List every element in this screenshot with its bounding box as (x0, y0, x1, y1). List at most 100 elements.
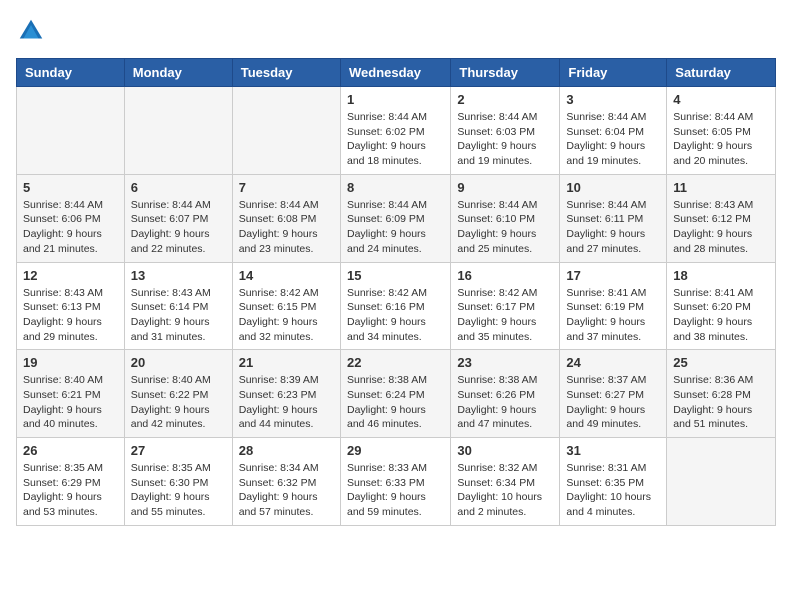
day-number: 10 (566, 180, 660, 195)
day-number: 30 (457, 443, 553, 458)
calendar-cell: 22 Sunrise: 8:38 AM Sunset: 6:24 PM Dayli… (340, 350, 450, 438)
day-info: Sunrise: 8:42 AM Sunset: 6:16 PM Dayligh… (347, 286, 444, 345)
calendar-cell: 26 Sunrise: 8:35 AM Sunset: 6:29 PM Dayli… (17, 438, 125, 526)
calendar-cell: 28 Sunrise: 8:34 AM Sunset: 6:32 PM Dayli… (232, 438, 340, 526)
day-number: 15 (347, 268, 444, 283)
calendar-cell: 18 Sunrise: 8:41 AM Sunset: 6:20 PM Dayli… (667, 262, 776, 350)
column-header-sunday: Sunday (17, 59, 125, 87)
calendar-cell: 29 Sunrise: 8:33 AM Sunset: 6:33 PM Dayli… (340, 438, 450, 526)
day-number: 3 (566, 92, 660, 107)
day-info: Sunrise: 8:35 AM Sunset: 6:29 PM Dayligh… (23, 461, 118, 520)
calendar-table: SundayMondayTuesdayWednesdayThursdayFrid… (16, 58, 776, 526)
column-header-thursday: Thursday (451, 59, 560, 87)
calendar-week-1: 1 Sunrise: 8:44 AM Sunset: 6:02 PM Daylig… (17, 87, 776, 175)
day-info: Sunrise: 8:44 AM Sunset: 6:07 PM Dayligh… (131, 198, 226, 257)
day-info: Sunrise: 8:44 AM Sunset: 6:05 PM Dayligh… (673, 110, 769, 169)
day-info: Sunrise: 8:34 AM Sunset: 6:32 PM Dayligh… (239, 461, 334, 520)
calendar-cell: 13 Sunrise: 8:43 AM Sunset: 6:14 PM Dayli… (124, 262, 232, 350)
calendar-cell (667, 438, 776, 526)
calendar-cell: 8Sunrise: 8:44 AM Sunset: 6:09 PM Daylig… (340, 174, 450, 262)
day-info: Sunrise: 8:36 AM Sunset: 6:28 PM Dayligh… (673, 373, 769, 432)
calendar-cell: 24Sunrise: 8:37 AM Sunset: 6:27 PM Dayli… (560, 350, 667, 438)
day-number: 27 (131, 443, 226, 458)
calendar-cell: 9 Sunrise: 8:44 AM Sunset: 6:10 PM Daylig… (451, 174, 560, 262)
calendar-cell: 25 Sunrise: 8:36 AM Sunset: 6:28 PM Dayli… (667, 350, 776, 438)
day-info: Sunrise: 8:31 AM Sunset: 6:35 PM Dayligh… (566, 461, 660, 520)
calendar-cell: 31 Sunrise: 8:31 AM Sunset: 6:35 PM Dayli… (560, 438, 667, 526)
day-info: Sunrise: 8:42 AM Sunset: 6:15 PM Dayligh… (239, 286, 334, 345)
calendar-cell: 15 Sunrise: 8:42 AM Sunset: 6:16 PM Dayli… (340, 262, 450, 350)
day-info: Sunrise: 8:43 AM Sunset: 6:12 PM Dayligh… (673, 198, 769, 257)
day-number: 7 (239, 180, 334, 195)
day-info: Sunrise: 8:38 AM Sunset: 6:24 PM Dayligh… (347, 373, 444, 432)
calendar-cell: 17 Sunrise: 8:41 AM Sunset: 6:19 PM Dayli… (560, 262, 667, 350)
day-number: 12 (23, 268, 118, 283)
calendar-cell: 14 Sunrise: 8:42 AM Sunset: 6:15 PM Dayli… (232, 262, 340, 350)
day-number: 1 (347, 92, 444, 107)
day-number: 17 (566, 268, 660, 283)
calendar-cell: 19 Sunrise: 8:40 AM Sunset: 6:21 PM Dayli… (17, 350, 125, 438)
day-number: 6 (131, 180, 226, 195)
calendar-cell (232, 87, 340, 175)
day-number: 25 (673, 355, 769, 370)
day-number: 4 (673, 92, 769, 107)
day-number: 21 (239, 355, 334, 370)
day-info: Sunrise: 8:44 AM Sunset: 6:04 PM Dayligh… (566, 110, 660, 169)
page-header (16, 16, 776, 46)
day-info: Sunrise: 8:41 AM Sunset: 6:20 PM Dayligh… (673, 286, 769, 345)
day-info: Sunrise: 8:44 AM Sunset: 6:09 PM Dayligh… (347, 198, 444, 257)
day-info: Sunrise: 8:39 AM Sunset: 6:23 PM Dayligh… (239, 373, 334, 432)
calendar-cell: 21 Sunrise: 8:39 AM Sunset: 6:23 PM Dayli… (232, 350, 340, 438)
day-info: Sunrise: 8:40 AM Sunset: 6:21 PM Dayligh… (23, 373, 118, 432)
day-number: 29 (347, 443, 444, 458)
day-info: Sunrise: 8:35 AM Sunset: 6:30 PM Dayligh… (131, 461, 226, 520)
day-number: 26 (23, 443, 118, 458)
day-number: 13 (131, 268, 226, 283)
day-info: Sunrise: 8:43 AM Sunset: 6:14 PM Dayligh… (131, 286, 226, 345)
calendar-cell: 16Sunrise: 8:42 AM Sunset: 6:17 PM Dayli… (451, 262, 560, 350)
calendar-cell: 1 Sunrise: 8:44 AM Sunset: 6:02 PM Daylig… (340, 87, 450, 175)
calendar-cell: 4 Sunrise: 8:44 AM Sunset: 6:05 PM Daylig… (667, 87, 776, 175)
day-info: Sunrise: 8:44 AM Sunset: 6:10 PM Dayligh… (457, 198, 553, 257)
calendar-cell: 27 Sunrise: 8:35 AM Sunset: 6:30 PM Dayli… (124, 438, 232, 526)
day-number: 23 (457, 355, 553, 370)
calendar-header-row: SundayMondayTuesdayWednesdayThursdayFrid… (17, 59, 776, 87)
column-header-wednesday: Wednesday (340, 59, 450, 87)
day-info: Sunrise: 8:32 AM Sunset: 6:34 PM Dayligh… (457, 461, 553, 520)
day-info: Sunrise: 8:44 AM Sunset: 6:06 PM Dayligh… (23, 198, 118, 257)
calendar-cell (124, 87, 232, 175)
calendar-cell: 12 Sunrise: 8:43 AM Sunset: 6:13 PM Dayli… (17, 262, 125, 350)
day-number: 28 (239, 443, 334, 458)
day-number: 20 (131, 355, 226, 370)
calendar-cell: 7 Sunrise: 8:44 AM Sunset: 6:08 PM Daylig… (232, 174, 340, 262)
day-number: 11 (673, 180, 769, 195)
calendar-week-2: 5Sunrise: 8:44 AM Sunset: 6:06 PM Daylig… (17, 174, 776, 262)
day-info: Sunrise: 8:38 AM Sunset: 6:26 PM Dayligh… (457, 373, 553, 432)
column-header-tuesday: Tuesday (232, 59, 340, 87)
day-info: Sunrise: 8:44 AM Sunset: 6:03 PM Dayligh… (457, 110, 553, 169)
day-info: Sunrise: 8:33 AM Sunset: 6:33 PM Dayligh… (347, 461, 444, 520)
day-info: Sunrise: 8:41 AM Sunset: 6:19 PM Dayligh… (566, 286, 660, 345)
calendar-cell: 5Sunrise: 8:44 AM Sunset: 6:06 PM Daylig… (17, 174, 125, 262)
day-number: 9 (457, 180, 553, 195)
day-number: 14 (239, 268, 334, 283)
calendar-week-3: 12 Sunrise: 8:43 AM Sunset: 6:13 PM Dayli… (17, 262, 776, 350)
day-info: Sunrise: 8:44 AM Sunset: 6:08 PM Dayligh… (239, 198, 334, 257)
calendar-cell: 10Sunrise: 8:44 AM Sunset: 6:11 PM Dayli… (560, 174, 667, 262)
column-header-saturday: Saturday (667, 59, 776, 87)
day-info: Sunrise: 8:40 AM Sunset: 6:22 PM Dayligh… (131, 373, 226, 432)
column-header-friday: Friday (560, 59, 667, 87)
day-info: Sunrise: 8:44 AM Sunset: 6:02 PM Dayligh… (347, 110, 444, 169)
calendar-cell: 3 Sunrise: 8:44 AM Sunset: 6:04 PM Daylig… (560, 87, 667, 175)
calendar-cell: 6 Sunrise: 8:44 AM Sunset: 6:07 PM Daylig… (124, 174, 232, 262)
day-number: 19 (23, 355, 118, 370)
calendar-cell: 11 Sunrise: 8:43 AM Sunset: 6:12 PM Dayli… (667, 174, 776, 262)
day-info: Sunrise: 8:37 AM Sunset: 6:27 PM Dayligh… (566, 373, 660, 432)
day-number: 31 (566, 443, 660, 458)
day-number: 18 (673, 268, 769, 283)
logo-icon (16, 16, 46, 46)
calendar-week-5: 26 Sunrise: 8:35 AM Sunset: 6:29 PM Dayli… (17, 438, 776, 526)
day-number: 22 (347, 355, 444, 370)
calendar-cell: 2Sunrise: 8:44 AM Sunset: 6:03 PM Daylig… (451, 87, 560, 175)
day-info: Sunrise: 8:43 AM Sunset: 6:13 PM Dayligh… (23, 286, 118, 345)
